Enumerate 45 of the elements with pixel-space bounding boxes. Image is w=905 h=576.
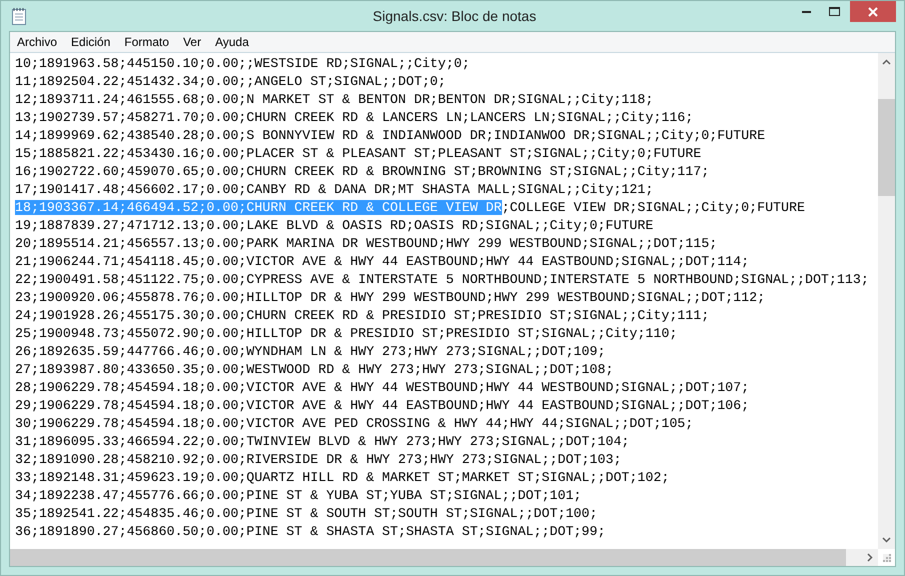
text-line: 29;1906229.78;454594.18;0.00;VICTOR AVE & HWY 44 EASTBOUND;HWY 44 EASTBOUND;SIGNAL;;DOT;106; xyxy=(15,397,750,415)
text-line: 23;1900920.06;455878.76;0.00;HILLTOP DR & HWY 299 WESTBOUND;HWY 299 WESTBOUND;SIGNAL;;DOT;112; xyxy=(15,289,766,307)
text-line: 13;1902739.57;458271.70;0.00;CHURN CREEK RD & LANCERS LN;LANCERS LN;SIGNAL;;City;116; xyxy=(15,109,694,127)
text-line: 34;1892238.47;455776.66;0.00;PINE ST & YUBA ST;YUBA ST;SIGNAL;;DOT;101; xyxy=(15,487,583,505)
text-line: 36;1891890.27;456860.50;0.00;PINE ST & SHASTA ST;SHASTA ST;SIGNAL;;DOT;99; xyxy=(15,523,606,541)
menu-item[interactable]: Formato xyxy=(117,35,176,49)
text-line: 19;1887839.27;471712.13;0.00;LAKE BLVD & OASIS RD;OASIS RD;SIGNAL;;City;0;FUTURE xyxy=(15,217,654,235)
text-line: 33;1892148.31;459623.19;0.00;QUARTZ HILL RD & MARKET ST;MARKET ST;SIGNAL;;DOT;102; xyxy=(15,469,670,487)
resize-grip-icon[interactable] xyxy=(883,554,891,562)
text-line: 11;1892504.22;451432.34;0.00;;ANGELO ST;SIGNAL;;DOT;0; xyxy=(15,73,447,91)
text-line: 10;1891963.58;445150.10;0.00;;WESTSIDE RD;SIGNAL;;City;0; xyxy=(15,55,471,73)
text-line: 24;1901928.26;455175.30;0.00;CHURN CREEK RD & PRESIDIO ST;PRESIDIO ST;SIGNAL;;City;111; xyxy=(15,307,710,325)
menu-item[interactable]: Edición xyxy=(64,35,118,49)
minimize-icon xyxy=(802,10,810,13)
close-icon xyxy=(868,6,878,16)
text-line: 32;1891090.28;458210.92;0.00;RIVERSIDE DR & HWY 273;HWY 273;SIGNAL;;DOT;103; xyxy=(15,451,622,469)
menu-item[interactable]: Ver xyxy=(176,35,208,49)
notepad-icon xyxy=(11,7,27,25)
text-line: 30;1906229.78;454594.18;0.00;VICTOR AVE PED CROSSING & HWY 44;HWY 44;SIGNAL;;DOT;105; xyxy=(15,415,694,433)
window-title: Signals.csv: Bloc de notas xyxy=(372,8,538,24)
menu-item[interactable]: Ayuda xyxy=(208,35,256,49)
text-line: 21;1906244.71;454118.45;0.00;VICTOR AVE & HWY 44 EASTBOUND;HWY 44 EASTBOUND;SIGNAL;;DOT;114; xyxy=(15,253,750,271)
text-line: 22;1900491.58;451122.75;0.00;CYPRESS AVE & INTERSTATE 5 NORTHBOUND;INTERSTATE 5 NORTHBOUND;SIGNAL;;DOT;113; xyxy=(15,271,870,289)
scroll-down-icon[interactable] xyxy=(882,537,891,543)
text-line: 12;1893711.24;461555.68;0.00;N MARKET ST & BENTON DR;BENTON DR;SIGNAL;;City;118; xyxy=(15,91,654,109)
close-button[interactable] xyxy=(850,1,896,22)
scroll-up-icon[interactable] xyxy=(882,59,891,65)
text-line: 15;1885821.22;453430.16;0.00;PLACER ST & PLEASANT ST;PLEASANT ST;SIGNAL;;City;0;FUTURE xyxy=(15,145,702,163)
menu-item[interactable]: Archivo xyxy=(10,35,64,49)
text-line: 28;1906229.78;454594.18;0.00;VICTOR AVE & HWY 44 WESTBOUND;HWY 44 WESTBOUND;SIGNAL;;DOT;107; xyxy=(15,379,750,397)
scrollbar-thumb[interactable] xyxy=(878,99,895,196)
text-line: 14;1899969.62;438540.28;0.00;S BONNYVIEW RD & INDIANWOOD DR;INDIANWOO DR;SIGNAL;;City;0;FUTURE xyxy=(15,127,766,145)
text-line: 16;1902722.60;459070.65;0.00;CHURN CREEK RD & BROWNING ST;BROWNING ST;SIGNAL;;City;117; xyxy=(15,163,710,181)
text-line: 25;1900948.73;455072.90;0.00;HILLTOP DR & PRESIDIO ST;PRESIDIO ST;SIGNAL;;City;110; xyxy=(15,325,678,343)
selected-text: 18;1903367.14;466494.52;0.00;CHURN CREEK RD & COLLEGE VIEW DR xyxy=(15,200,502,215)
text-line: 26;1892635.59;447766.46;0.00;WYNDHAM LN & HWY 273;HWY 273;SIGNAL;;DOT;109; xyxy=(15,343,606,361)
scroll-right-icon[interactable] xyxy=(867,553,873,562)
text-line: 31;1896095.33;466594.22;0.00;TWINVIEW BLVD & HWY 273;HWY 273;SIGNAL;;DOT;104; xyxy=(15,433,630,451)
vertical-scrollbar[interactable] xyxy=(878,53,895,549)
text-line: 17;1901417.48;456602.17;0.00;CANBY RD & DANA DR;MT SHASTA MALL;SIGNAL;;City;121; xyxy=(15,181,654,199)
text-line: 35;1892541.22;454835.46;0.00;PINE ST & SOUTH ST;SOUTH ST;SIGNAL;;DOT;100; xyxy=(15,505,598,523)
maximize-icon xyxy=(828,7,840,16)
text-line: ;COLLEGE VIEW DR;SIGNAL;;City;0;FUTURE xyxy=(502,200,805,215)
text-line: 27;1893987.80;433650.35;0.00;WESTWOOD RD & HWY 273;HWY 273;SIGNAL;;DOT;108; xyxy=(15,361,614,379)
text-line: 20;1895514.21;456557.13;0.00;PARK MARINA DR WESTBOUND;HWY 299 WESTBOUND;SIGNAL;;DOT;115; xyxy=(15,235,718,253)
